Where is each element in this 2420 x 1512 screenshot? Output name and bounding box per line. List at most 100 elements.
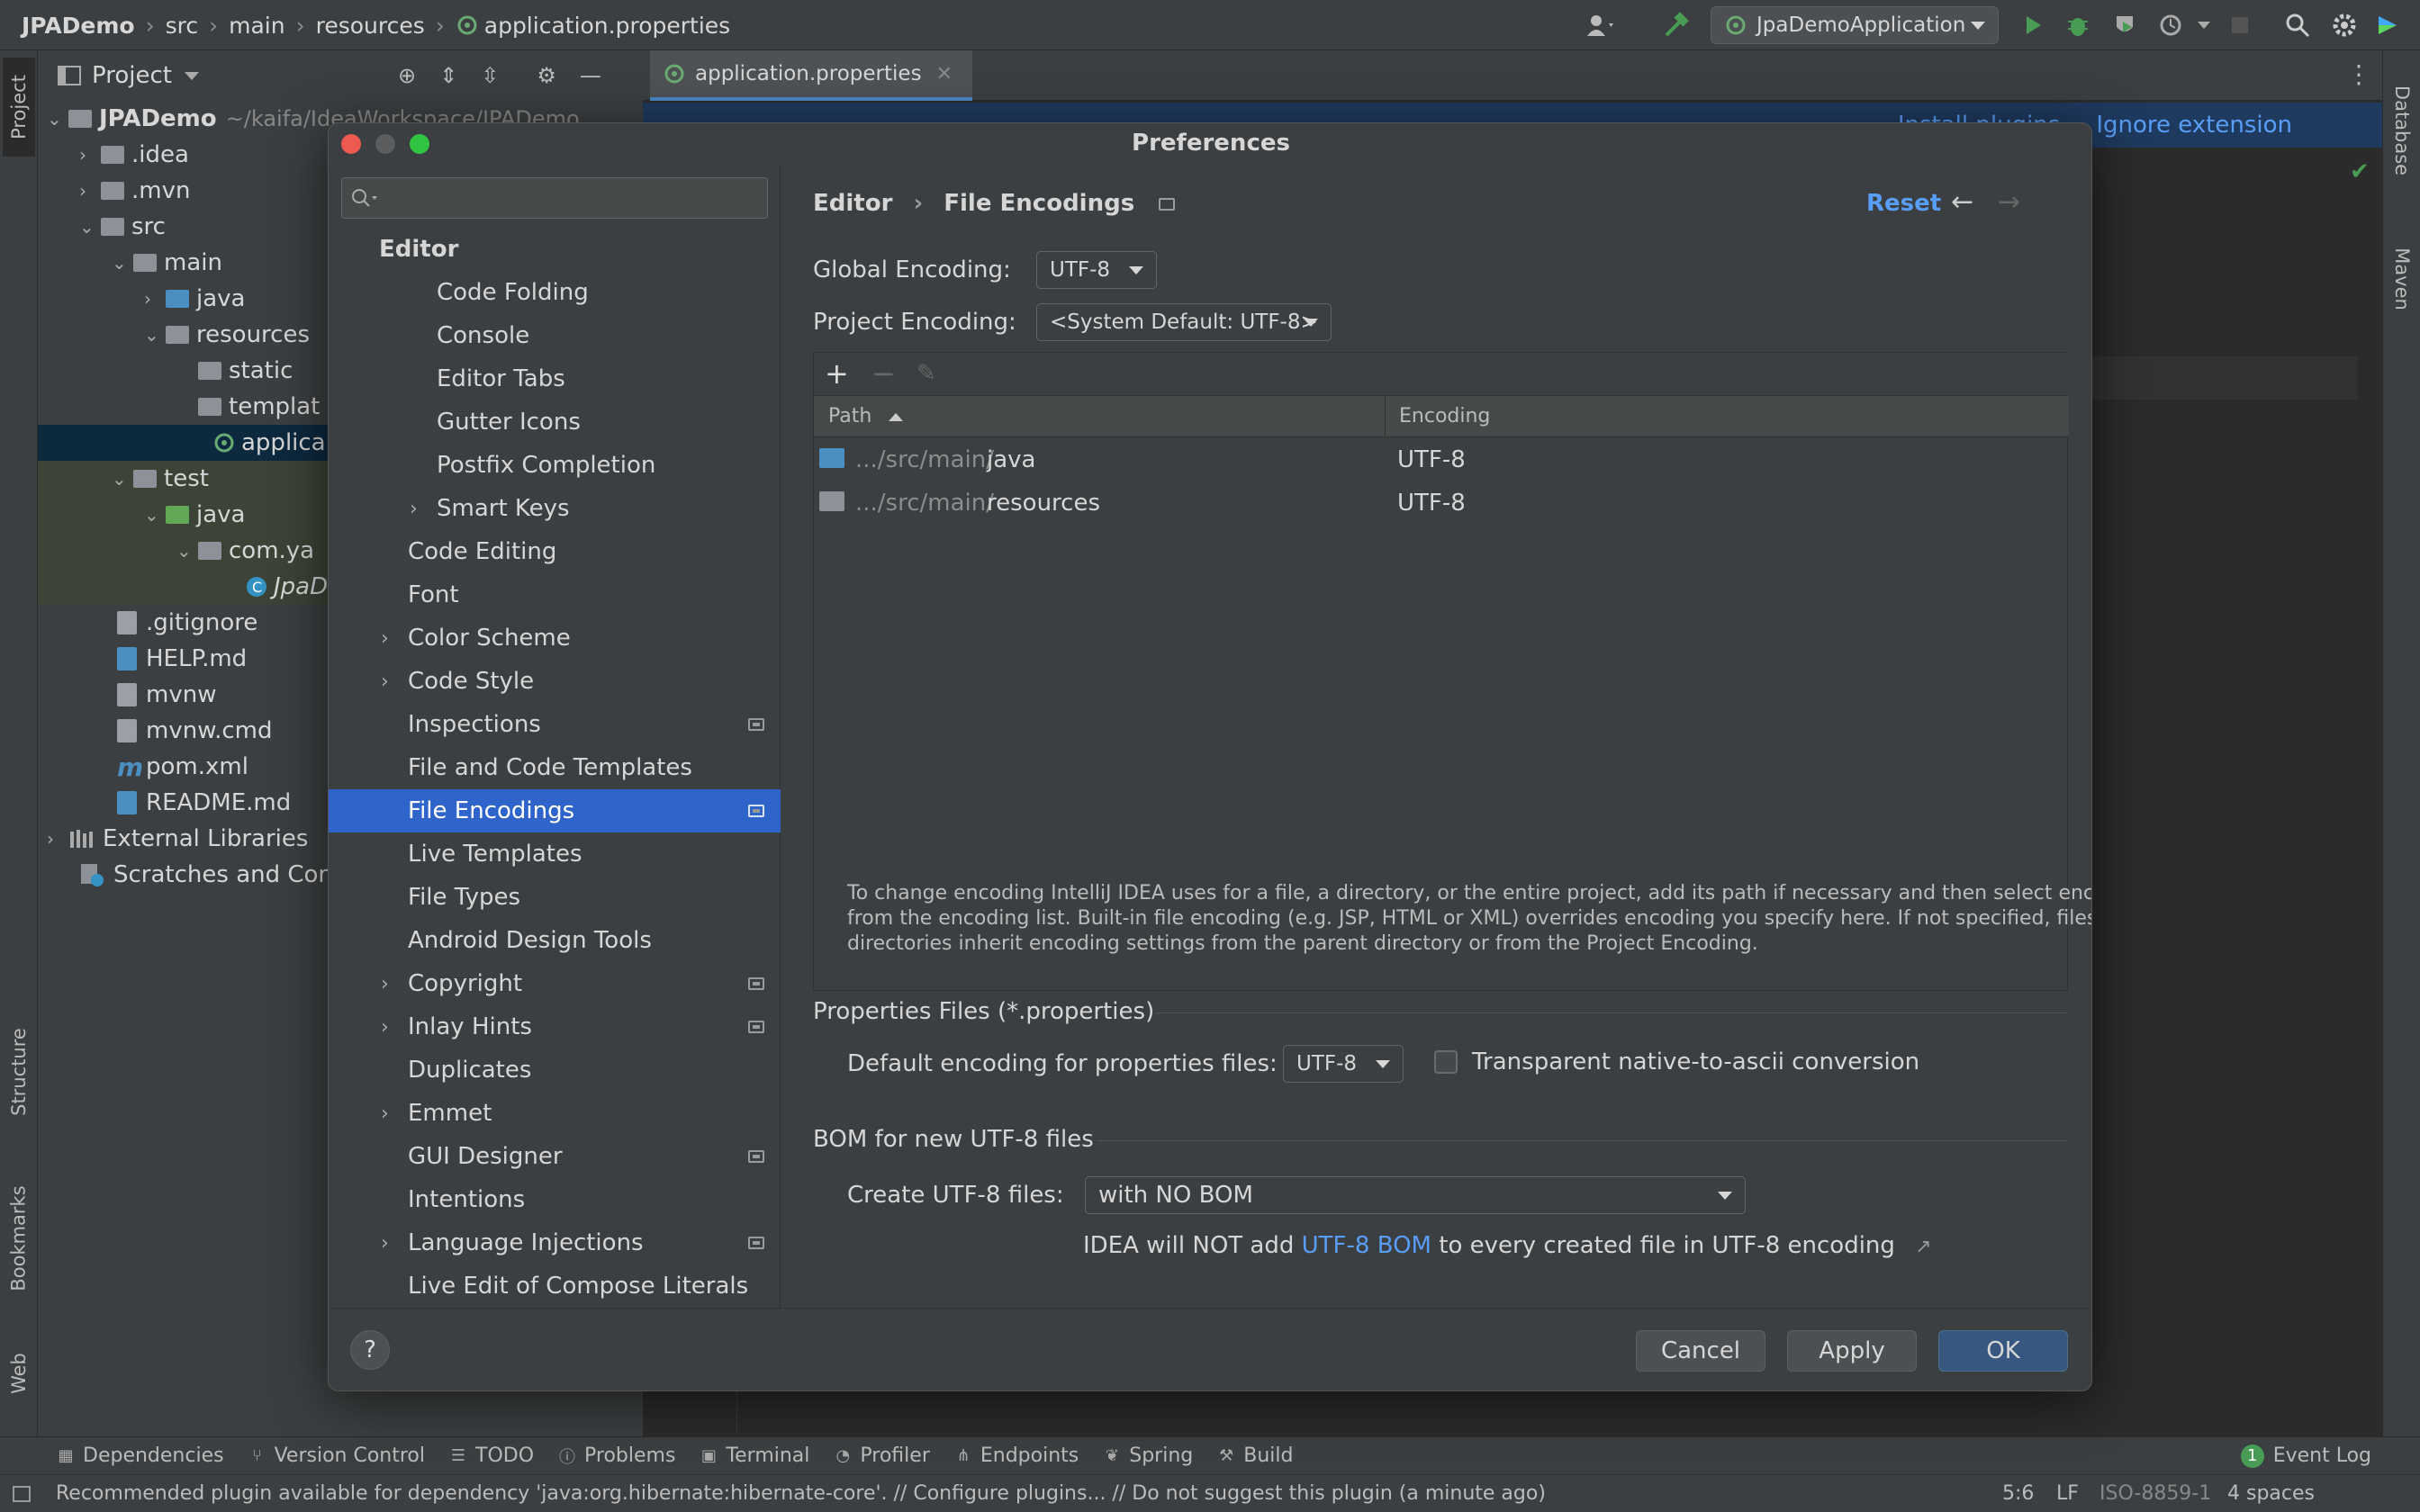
nav-item-emmet[interactable]: › Emmet bbox=[329, 1092, 781, 1135]
gear-icon[interactable]: ⚙ bbox=[537, 63, 556, 88]
spring-tool-button[interactable]: ❦ Spring bbox=[1091, 1444, 1205, 1467]
project-encoding-select[interactable]: <System Default: UTF-8> bbox=[1036, 303, 1332, 341]
settings-search-input[interactable] bbox=[341, 177, 768, 219]
global-encoding-select[interactable]: UTF-8 bbox=[1036, 251, 1157, 289]
breadcrumb-item-main[interactable]: main bbox=[229, 13, 284, 39]
ignore-extension-link[interactable]: Ignore extension bbox=[2096, 112, 2292, 139]
nav-item-smart-keys[interactable]: › Smart Keys bbox=[329, 487, 781, 530]
database-tool-tab[interactable]: Database bbox=[2386, 63, 2418, 198]
dependencies-tool-button[interactable]: ▦ Dependencies bbox=[45, 1444, 237, 1467]
nav-item-code-folding[interactable]: Code Folding bbox=[329, 271, 781, 314]
indent-setting[interactable]: 4 spaces bbox=[2227, 1482, 2315, 1505]
nav-item-file-and-code-templates[interactable]: File and Code Templates bbox=[329, 746, 781, 789]
version-control-tool-button[interactable]: ⑂ Version Control bbox=[237, 1444, 438, 1467]
nav-item-intentions[interactable]: Intentions bbox=[329, 1178, 781, 1221]
stop-icon[interactable] bbox=[2224, 9, 2256, 41]
breadcrumb-item-src[interactable]: src bbox=[166, 13, 199, 39]
nav-item-file-types[interactable]: File Types bbox=[329, 876, 781, 919]
nav-item-android-design-tools[interactable]: Android Design Tools bbox=[329, 919, 781, 962]
nav-item-copyright[interactable]: › Copyright bbox=[329, 962, 781, 1005]
run-configuration-selector[interactable]: JpaDemoApplication bbox=[1711, 6, 1999, 44]
web-tool-tab[interactable]: Web bbox=[3, 1337, 35, 1409]
profiler-tool-button[interactable]: ◔ Profiler bbox=[822, 1444, 942, 1467]
file-encoding[interactable]: ISO-8859-1 bbox=[2099, 1482, 2211, 1505]
jetbrains-toolbox-icon[interactable] bbox=[2371, 9, 2404, 41]
properties-encoding-select[interactable]: UTF-8 bbox=[1283, 1045, 1404, 1083]
search-icon[interactable] bbox=[2281, 9, 2314, 41]
collapse-all-icon[interactable]: ⇳ bbox=[481, 63, 499, 88]
line-separator[interactable]: LF bbox=[2056, 1482, 2079, 1505]
breadcrumb-item-resources[interactable]: resources bbox=[316, 13, 425, 39]
nav-item-duplicates[interactable]: Duplicates bbox=[329, 1048, 781, 1092]
event-log-tool-button[interactable]: 1 Event Log bbox=[2228, 1444, 2384, 1468]
project-panel-title[interactable]: Project bbox=[92, 62, 172, 89]
run-icon[interactable] bbox=[2017, 9, 2049, 41]
user-icon[interactable] bbox=[1585, 9, 1617, 41]
locate-file-icon[interactable]: ⊕ bbox=[398, 63, 416, 88]
expand-all-icon[interactable]: ⇕ bbox=[439, 63, 457, 88]
bookmarks-tool-tab[interactable]: Bookmarks bbox=[3, 1166, 35, 1310]
bom-option-select[interactable]: with NO BOM bbox=[1085, 1176, 1746, 1214]
maven-tool-tab[interactable]: Maven bbox=[2386, 225, 2418, 333]
nav-item-code-style[interactable]: › Code Style bbox=[329, 660, 781, 703]
hide-panel-icon[interactable]: — bbox=[580, 63, 601, 88]
reset-link[interactable]: Reset bbox=[1866, 190, 1941, 217]
minimize-window-button[interactable] bbox=[375, 134, 395, 154]
back-arrow-icon[interactable]: ← bbox=[1951, 186, 1973, 218]
column-header-path[interactable]: Path bbox=[828, 405, 904, 428]
table-row[interactable]: .../src/main/ resources UTF-8 bbox=[814, 481, 2069, 524]
toggle-tool-windows-icon[interactable] bbox=[13, 1485, 31, 1502]
column-header-encoding[interactable]: Encoding bbox=[1399, 405, 1490, 428]
ok-button[interactable]: OK bbox=[1938, 1330, 2068, 1372]
nav-group-editor[interactable]: Editor bbox=[329, 228, 781, 271]
help-button[interactable]: ? bbox=[350, 1330, 390, 1370]
build-tool-button[interactable]: ⚒ Build bbox=[1205, 1444, 1305, 1467]
endpoints-tool-button[interactable]: ⋔ Endpoints bbox=[943, 1444, 1091, 1467]
transparent-conversion-checkbox[interactable] bbox=[1434, 1050, 1458, 1074]
breadcrumb-item-project[interactable]: JPADemo bbox=[22, 13, 135, 39]
more-run-options-chevron-icon[interactable] bbox=[2188, 9, 2220, 41]
chevron-down-icon[interactable] bbox=[184, 71, 199, 80]
todo-tool-button[interactable]: ☰ TODO bbox=[438, 1444, 546, 1467]
nav-item-inspections[interactable]: Inspections bbox=[329, 703, 781, 746]
nav-item-console[interactable]: Console bbox=[329, 314, 781, 357]
caret-position[interactable]: 5:6 bbox=[2002, 1482, 2034, 1505]
editor-tab-application-properties[interactable]: application.properties ✕ bbox=[650, 50, 972, 101]
apply-button[interactable]: Apply bbox=[1787, 1330, 1917, 1372]
close-window-button[interactable] bbox=[341, 134, 361, 154]
zoom-window-button[interactable] bbox=[410, 134, 429, 154]
nav-item-gutter-icons[interactable]: Gutter Icons bbox=[329, 400, 781, 444]
remove-icon[interactable]: − bbox=[871, 356, 896, 391]
edit-pencil-icon[interactable]: ✎ bbox=[917, 360, 936, 387]
nav-item-live-templates[interactable]: Live Templates bbox=[329, 832, 781, 876]
status-message[interactable]: Recommended plugin available for depende… bbox=[56, 1482, 1546, 1505]
nav-item-gui-designer[interactable]: GUI Designer bbox=[329, 1135, 781, 1178]
build-hammer-icon[interactable] bbox=[1660, 9, 1693, 41]
add-icon[interactable]: + bbox=[825, 356, 849, 391]
settings-gear-icon[interactable] bbox=[2328, 9, 2361, 41]
nav-item-editor-tabs[interactable]: Editor Tabs bbox=[329, 357, 781, 400]
cancel-button[interactable]: Cancel bbox=[1636, 1330, 1765, 1372]
nav-item-language-injections[interactable]: › Language Injections bbox=[329, 1221, 781, 1264]
close-icon[interactable]: ✕ bbox=[936, 63, 953, 86]
breadcrumb-item-file[interactable]: application.properties bbox=[456, 13, 730, 39]
terminal-tool-button[interactable]: ▣ Terminal bbox=[688, 1444, 822, 1467]
nav-item-file-encodings[interactable]: File Encodings bbox=[329, 789, 781, 832]
profile-icon[interactable] bbox=[2155, 9, 2188, 41]
more-options-icon[interactable]: ⋮ bbox=[2346, 59, 2371, 89]
nav-item-color-scheme[interactable]: › Color Scheme bbox=[329, 616, 781, 660]
structure-tool-tab[interactable]: Structure bbox=[3, 1004, 35, 1139]
coverage-icon[interactable] bbox=[2108, 9, 2141, 41]
nav-item-code-editing[interactable]: Code Editing bbox=[329, 530, 781, 573]
problems-tool-button[interactable]: ⓘ Problems bbox=[546, 1444, 688, 1467]
table-row[interactable]: .../src/main/ java UTF-8 bbox=[814, 437, 2069, 481]
transparent-conversion-label[interactable]: Transparent native-to-ascii conversion bbox=[1472, 1048, 1919, 1076]
project-tool-tab[interactable]: Project bbox=[3, 58, 35, 157]
external-link-icon[interactable]: ↗ bbox=[1915, 1236, 1931, 1258]
utf8-bom-link[interactable]: UTF-8 BOM bbox=[1302, 1232, 1431, 1259]
nav-item-live-edit-compose[interactable]: Live Edit of Compose Literals bbox=[329, 1264, 781, 1308]
debug-icon[interactable] bbox=[2062, 9, 2094, 41]
nav-item-postfix-completion[interactable]: Postfix Completion bbox=[329, 444, 781, 487]
nav-item-font[interactable]: Font bbox=[329, 573, 781, 616]
forward-arrow-icon[interactable]: → bbox=[1998, 186, 2020, 218]
